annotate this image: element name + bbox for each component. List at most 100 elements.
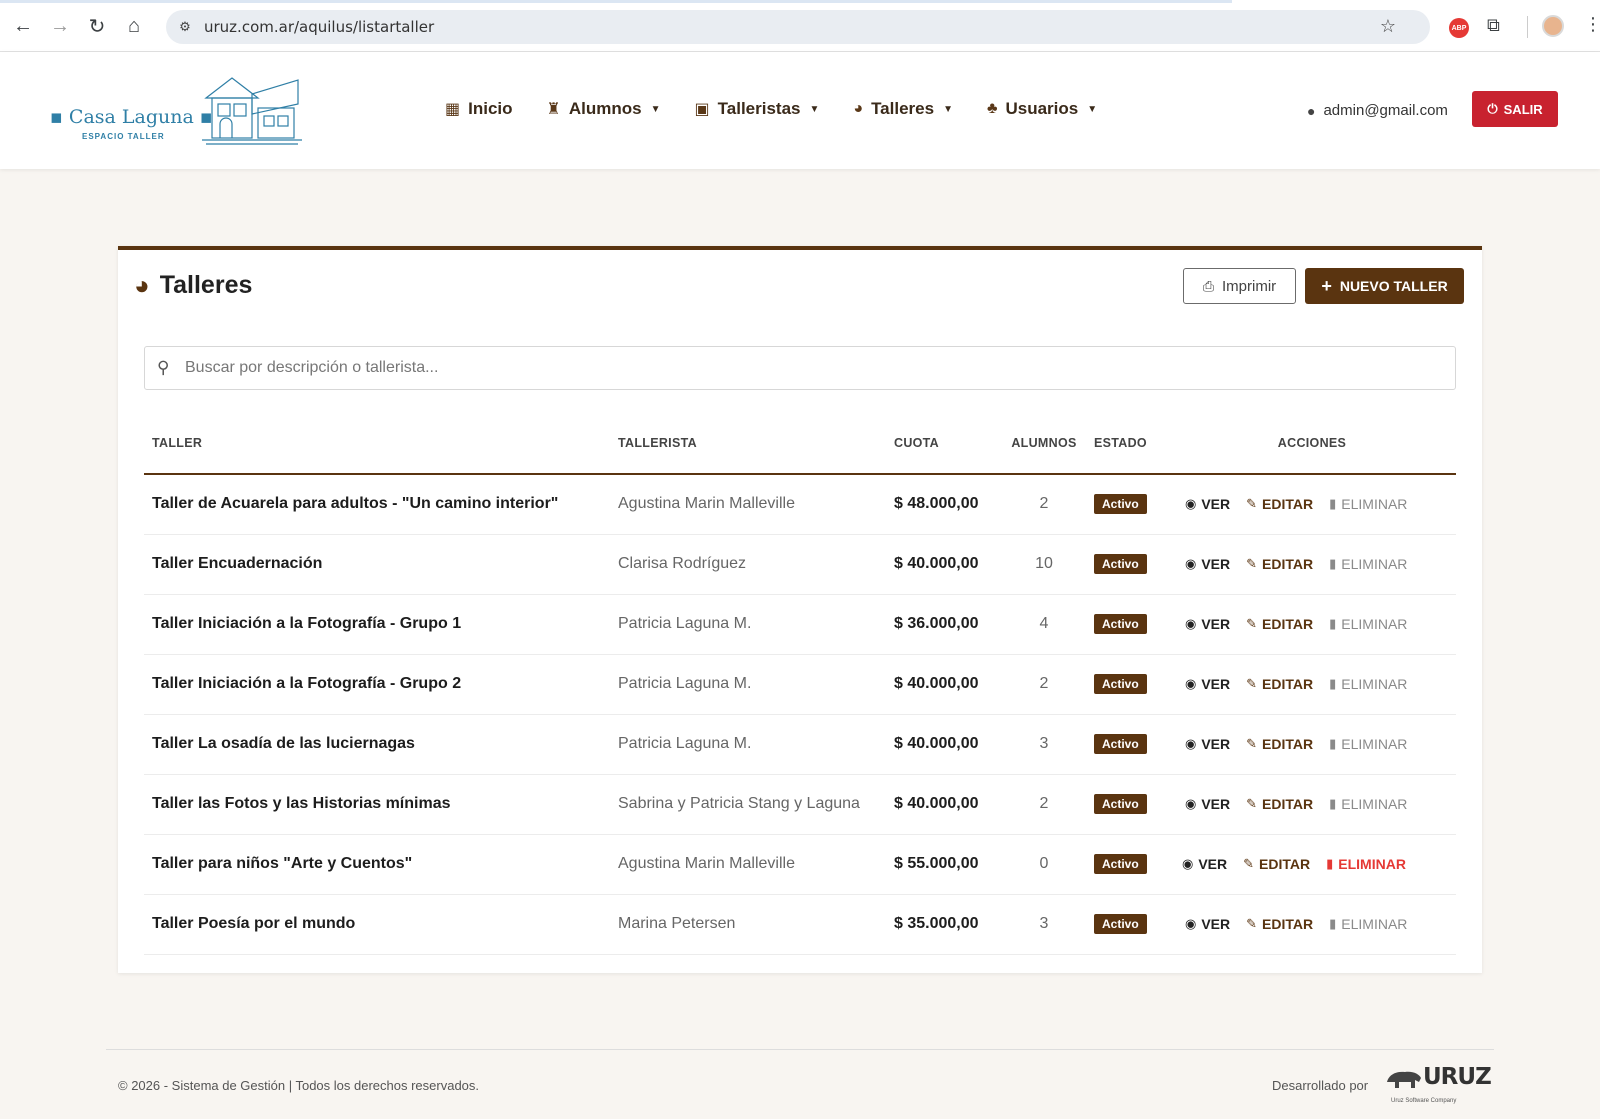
view-button[interactable]: ◉ VER — [1185, 796, 1230, 812]
edit-button[interactable]: ✎ EDITAR — [1246, 616, 1313, 632]
back-icon[interactable]: ← — [10, 13, 36, 39]
search-input[interactable] — [185, 355, 1435, 381]
edit-icon: ✎ — [1246, 616, 1258, 631]
casa-laguna-logo[interactable]: ▪ Casa Laguna ▪ ESPACIO TALLER — [50, 74, 310, 154]
main-navigation: ▦ Inicio ♜ Alumnos ▼ ▣ Talleristas ▼ ◕ T… — [445, 99, 1131, 119]
alumnos-count: 2 — [1002, 654, 1086, 715]
user-menu[interactable]: ● admin@gmail.com — [1307, 102, 1448, 119]
delete-button[interactable]: ▮ ELIMINAR — [1329, 796, 1407, 812]
view-button[interactable]: ◉ VER — [1185, 916, 1230, 932]
bookmark-star-icon[interactable]: ☆ — [1380, 16, 1396, 37]
edit-button[interactable]: ✎ EDITAR — [1246, 676, 1313, 692]
alumnos-count: 4 — [1002, 594, 1086, 655]
view-button[interactable]: ◉ VER — [1182, 856, 1227, 872]
view-button[interactable]: ◉ VER — [1185, 736, 1230, 752]
nav-item-inicio[interactable]: ▦ Inicio — [445, 99, 513, 119]
view-button[interactable]: ◉ VER — [1185, 496, 1230, 512]
delete-button[interactable]: ▮ ELIMINAR — [1329, 496, 1407, 512]
footer-divider — [106, 1049, 1494, 1050]
print-button[interactable]: ⎙ Imprimir — [1183, 268, 1296, 304]
adblock-extension-icon[interactable]: ABP — [1449, 18, 1469, 38]
edit-label: EDITAR — [1262, 796, 1314, 812]
nav-label: Talleres — [871, 99, 935, 118]
logo-name: ▪ Casa Laguna ▪ — [50, 106, 213, 128]
power-icon: ⏻ — [1487, 101, 1498, 116]
browser-menu-icon[interactable]: ⋮ — [1584, 14, 1600, 35]
col-header-cuota[interactable]: CUOTA — [886, 412, 1002, 475]
address-bar[interactable]: ⚙ uruz.com.ar/aquilus/listartaller ☆ — [166, 10, 1430, 44]
delete-button[interactable]: ▮ ELIMINAR — [1329, 916, 1407, 932]
edit-icon: ✎ — [1246, 796, 1258, 811]
view-button[interactable]: ◉ VER — [1185, 676, 1230, 692]
alumnos-count: 2 — [1002, 474, 1086, 535]
delete-label: ELIMINAR — [1341, 916, 1408, 932]
status-badge: Activo — [1094, 494, 1147, 515]
estado-cell: Activo — [1086, 654, 1168, 715]
table-row: Taller de Acuarela para adultos - "Un ca… — [144, 474, 1456, 535]
estado-cell: Activo — [1086, 774, 1168, 835]
view-label: VER — [1198, 856, 1228, 872]
search-icon: ⚲ — [157, 358, 170, 377]
delete-button[interactable]: ▮ ELIMINAR — [1329, 736, 1407, 752]
delete-button[interactable]: ▮ ELIMINAR — [1329, 676, 1407, 692]
edit-button[interactable]: ✎ EDITAR — [1246, 496, 1313, 512]
estado-cell: Activo — [1086, 594, 1168, 655]
col-header-estado[interactable]: ESTADO — [1086, 412, 1168, 475]
table-row: Taller las Fotos y las Historias mínimas… — [144, 774, 1456, 835]
view-button[interactable]: ◉ VER — [1185, 556, 1230, 572]
delete-button[interactable]: ▮ ELIMINAR — [1329, 616, 1407, 632]
actions-cell: ◉ VER ✎ EDITAR ▮ ELIMINAR — [1168, 774, 1456, 835]
alumnos-count: 3 — [1002, 894, 1086, 955]
delete-label: ELIMINAR — [1341, 796, 1408, 812]
new-taller-label: NUEVO TALLER — [1339, 278, 1448, 294]
home-icon[interactable]: ⌂ — [121, 13, 147, 39]
col-header-acciones: ACCIONES — [1168, 412, 1456, 475]
edit-button[interactable]: ✎ EDITAR — [1243, 856, 1310, 872]
edit-icon: ✎ — [1246, 736, 1258, 751]
table-row: Taller La osadía de las luciernagas Patr… — [144, 714, 1456, 775]
tab-strip — [0, 0, 1232, 3]
edit-button[interactable]: ✎ EDITAR — [1246, 736, 1313, 752]
edit-icon: ✎ — [1246, 496, 1258, 512]
edit-button[interactable]: ✎ EDITAR — [1246, 796, 1313, 812]
view-button[interactable]: ◉ VER — [1185, 616, 1230, 632]
logout-button[interactable]: ⏻ SALIR — [1472, 91, 1558, 127]
eye-icon: ◉ — [1185, 796, 1197, 811]
forward-icon[interactable]: → — [47, 13, 73, 39]
cuota-value: $ 40.000,00 — [886, 534, 1002, 595]
actions-cell: ◉ VER ✎ EDITAR ▮ ELIMINAR — [1168, 654, 1456, 715]
view-label: VER — [1201, 736, 1231, 752]
actions-cell: ◉ VER ✎ EDITAR ▮ ELIMINAR — [1168, 474, 1456, 535]
user-circle-icon: ● — [1307, 102, 1316, 119]
profile-avatar[interactable] — [1542, 15, 1564, 37]
edit-label: EDITAR — [1262, 916, 1314, 932]
tallerista-name: Patricia Laguna M. — [610, 714, 886, 775]
nav-item-usuarios[interactable]: ♣ Usuarios ▼ — [987, 99, 1097, 119]
nav-item-talleristas[interactable]: ▣ Talleristas ▼ — [695, 99, 820, 119]
tallerista-name: Patricia Laguna M. — [610, 594, 886, 655]
col-header-alumnos[interactable]: ALUMNOS — [1002, 412, 1086, 475]
trash-icon: ▮ — [1329, 616, 1337, 631]
nav-item-alumnos[interactable]: ♜ Alumnos ▼ — [547, 99, 661, 119]
edit-button[interactable]: ✎ EDITAR — [1246, 556, 1313, 572]
eye-icon: ◉ — [1185, 616, 1197, 631]
page-title: ◕ Talleres — [134, 270, 252, 301]
reload-icon[interactable]: ↻ — [84, 13, 110, 39]
col-header-tallerista[interactable]: TALLERISTA — [610, 412, 886, 475]
col-header-taller[interactable]: TALLER — [144, 412, 610, 475]
uruz-logo[interactable]: URUZ Uruz Software Company — [1385, 1064, 1492, 1104]
alumnos-count: 2 — [1002, 774, 1086, 835]
site-info-icon[interactable]: ⚙ — [174, 16, 196, 38]
extensions-puzzle-icon[interactable]: ⧉ — [1487, 15, 1500, 36]
nav-item-talleres[interactable]: ◕ Talleres ▼ — [853, 99, 953, 119]
delete-button[interactable]: ▮ ELIMINAR — [1326, 856, 1406, 872]
eye-icon: ◉ — [1185, 916, 1197, 931]
trash-icon: ▮ — [1329, 556, 1337, 571]
url-text[interactable]: uruz.com.ar/aquilus/listartaller — [204, 18, 434, 36]
table-row: Taller Iniciación a la Fotografía - Grup… — [144, 594, 1456, 655]
tallerista-name: Sabrina y Patricia Stang y Laguna — [610, 774, 886, 835]
trash-icon: ▮ — [1329, 916, 1337, 931]
edit-button[interactable]: ✎ EDITAR — [1246, 916, 1313, 932]
delete-button[interactable]: ▮ ELIMINAR — [1329, 556, 1407, 572]
new-taller-button[interactable]: + NUEVO TALLER — [1305, 268, 1464, 304]
